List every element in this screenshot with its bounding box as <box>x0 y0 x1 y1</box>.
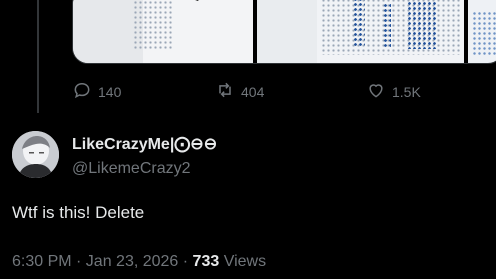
image-dots <box>133 0 173 51</box>
repost-button[interactable]: 404 <box>215 80 264 103</box>
image-dots <box>472 11 496 55</box>
repost-count: 404 <box>241 83 265 100</box>
image-dots <box>383 3 391 47</box>
reply-timestamp[interactable]: 6:30 PM · Jan 23, 2026 <box>12 253 178 270</box>
avatar[interactable] <box>12 131 59 178</box>
like-button[interactable]: 1.5K <box>366 80 421 103</box>
reply-meta: 6:30 PM · Jan 23, 2026 · 733 Views <box>12 253 266 271</box>
reply-button[interactable]: 140 <box>72 80 121 103</box>
image-dots <box>407 0 437 49</box>
image-block <box>257 0 317 63</box>
thread-connector-line <box>37 0 39 113</box>
reply-display-name[interactable]: LikeCrazyMe|⨀⊖⊖ <box>72 134 217 154</box>
media-image-2[interactable] <box>257 0 464 63</box>
reply-count: 140 <box>98 83 122 100</box>
image-block <box>171 0 203 1</box>
media-image-1[interactable] <box>73 0 253 63</box>
post-media-grid[interactable] <box>72 0 496 64</box>
like-count: 1.5K <box>392 83 421 100</box>
image-dots <box>321 0 461 55</box>
heart-icon <box>366 80 386 103</box>
media-image-3[interactable] <box>468 0 496 63</box>
views-label: Views <box>219 253 267 270</box>
view-count: 733 <box>192 253 220 270</box>
reply-text: Wtf is this! Delete <box>12 203 145 222</box>
reply-handle[interactable]: @LikemeCrazy2 <box>72 160 191 178</box>
post-action-bar: 140 404 1.5K <box>72 80 452 104</box>
image-dots <box>353 0 365 47</box>
meta-separator: · <box>178 253 193 270</box>
repost-arrows-icon <box>215 80 235 103</box>
speech-bubble-icon <box>72 80 92 103</box>
